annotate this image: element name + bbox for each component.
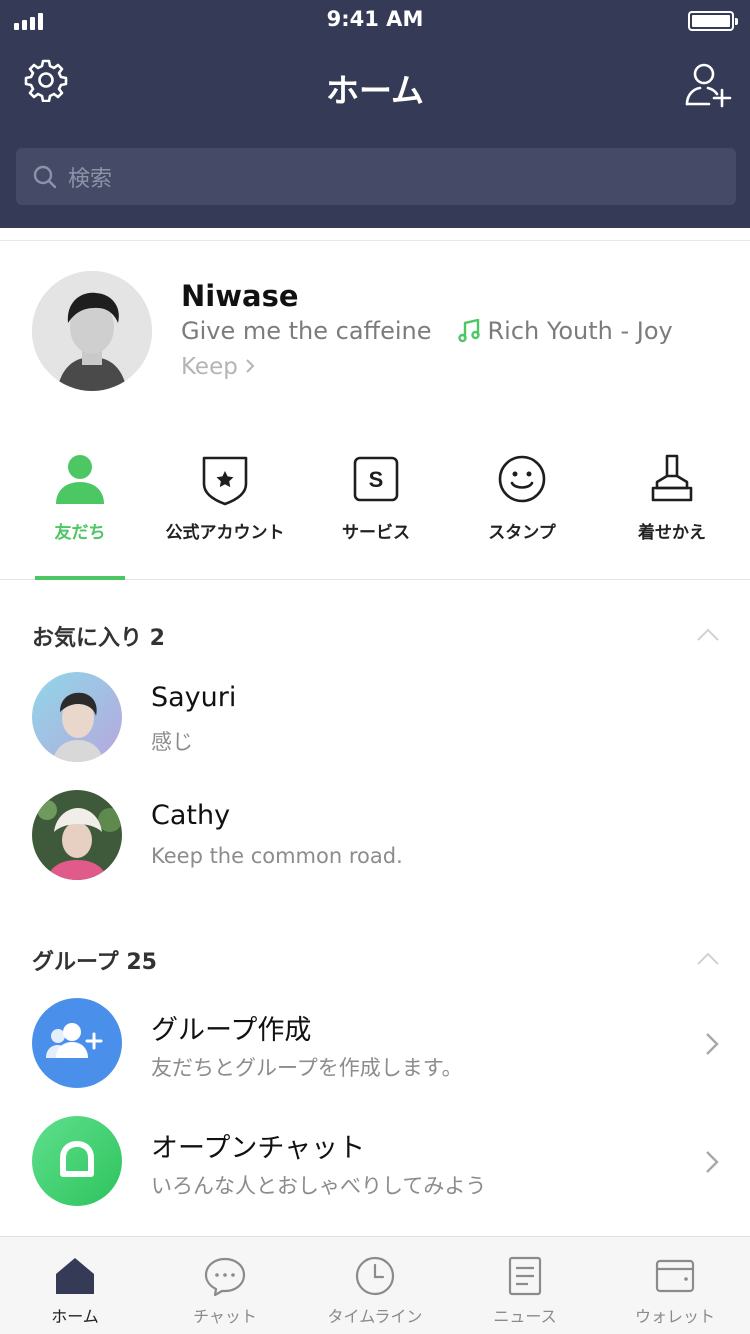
tab-label: ホーム	[51, 1307, 99, 1326]
contact-status: Keep the common road.	[151, 844, 403, 868]
contact-name: Sayuri	[151, 682, 237, 713]
tab-label: チャット	[193, 1307, 257, 1326]
tab-home[interactable]: ホーム	[0, 1237, 150, 1334]
tab-timeline[interactable]: タイムライン	[300, 1237, 450, 1334]
tab-themes[interactable]: 着せかえ	[597, 440, 747, 580]
profile-name: Niwase	[181, 279, 299, 313]
wallet-icon	[655, 1259, 695, 1293]
group-action-desc: いろんな人とおしゃべりしてみよう	[151, 1174, 487, 1198]
contact-name: Cathy	[151, 800, 231, 831]
chevron-up-icon[interactable]	[696, 628, 720, 642]
status-message: Give me the caffeine	[181, 317, 432, 345]
shield-star-icon	[202, 456, 248, 506]
group-action-name: グループ作成	[151, 1015, 312, 1046]
person-icon	[56, 455, 104, 504]
service-s-icon: S	[353, 456, 399, 502]
open-chat-item[interactable]: オープンチャット いろんな人とおしゃべりしてみよう	[0, 1116, 750, 1234]
tab-wallet[interactable]: ウォレット	[600, 1237, 750, 1334]
add-group-icon	[32, 998, 122, 1088]
contact-status: 感じ	[151, 730, 193, 754]
avatar[interactable]	[32, 271, 152, 391]
group-action-name: オープンチャット	[151, 1133, 366, 1164]
chat-icon	[204, 1257, 246, 1297]
search-icon	[33, 165, 57, 188]
profile-music[interactable]: Rich Youth - Joy	[488, 317, 673, 345]
header: 9:41 AM ホーム 検索	[0, 0, 750, 228]
chevron-right-icon	[706, 1033, 719, 1055]
create-group-item[interactable]: グループ作成 友だちとグループを作成します。	[0, 998, 750, 1116]
tab-label: サービス	[342, 523, 410, 543]
status-time: 9:41 AM	[326, 7, 424, 31]
tab-label: スタンプ	[488, 523, 556, 543]
active-tab-indicator	[35, 576, 125, 580]
avatar	[32, 790, 122, 880]
page-title: ホーム	[325, 71, 424, 110]
tab-news[interactable]: ニュース	[450, 1237, 600, 1334]
chevron-right-icon	[706, 1151, 719, 1173]
category-tabs: 友だち 公式アカウント S サービス スタンプ 着せかえ	[0, 440, 750, 580]
tab-official-accounts[interactable]: 公式アカウント	[150, 440, 300, 580]
tab-services[interactable]: S サービス	[301, 440, 451, 580]
search-bar[interactable]: 検索	[16, 148, 736, 205]
list-item[interactable]: Cathy Keep the common road.	[0, 790, 750, 908]
smiley-icon	[498, 455, 546, 503]
bottom-tab-bar: ホーム チャット タイムライン ニュース ウォレット	[0, 1236, 750, 1334]
groups-header[interactable]: グループ 25	[32, 944, 157, 976]
list-item[interactable]: Sayuri 感じ	[0, 672, 750, 790]
clock-icon	[355, 1256, 395, 1296]
tab-label: 友だち	[54, 523, 106, 543]
tab-label: タイムライン	[327, 1307, 423, 1326]
home-icon	[56, 1258, 94, 1294]
brush-icon	[651, 454, 693, 502]
tab-label: ニュース	[493, 1307, 557, 1326]
avatar	[32, 672, 122, 762]
tab-label: 着せかえ	[638, 523, 706, 543]
open-chat-icon	[32, 1116, 122, 1206]
add-user-icon[interactable]	[684, 60, 732, 108]
battery-icon	[688, 11, 738, 31]
svg-text:S: S	[369, 467, 384, 492]
tab-label: ウォレット	[634, 1307, 715, 1326]
my-profile[interactable]: Niwase Give me the caffeine Rich Youth -…	[0, 240, 750, 420]
tab-label: 公式アカウント	[165, 523, 285, 543]
search-input[interactable]: 検索	[68, 161, 112, 193]
chevron-right-icon	[246, 359, 255, 373]
status-bar: 9:41 AM	[0, 0, 750, 40]
keep-label: Keep	[181, 354, 238, 380]
tab-stickers[interactable]: スタンプ	[447, 440, 597, 580]
group-action-desc: 友だちとグループを作成します。	[151, 1056, 463, 1080]
tab-friends[interactable]: 友だち	[5, 440, 155, 580]
chevron-up-icon[interactable]	[696, 952, 720, 966]
news-icon	[508, 1256, 542, 1296]
keep-link[interactable]: Keep	[181, 354, 255, 380]
profile-status: Give me the caffeine Rich Youth - Joy	[181, 317, 673, 345]
music-note-icon	[457, 319, 480, 343]
favorites-header[interactable]: お気に入り 2	[32, 620, 165, 652]
tab-chat[interactable]: チャット	[150, 1237, 300, 1334]
